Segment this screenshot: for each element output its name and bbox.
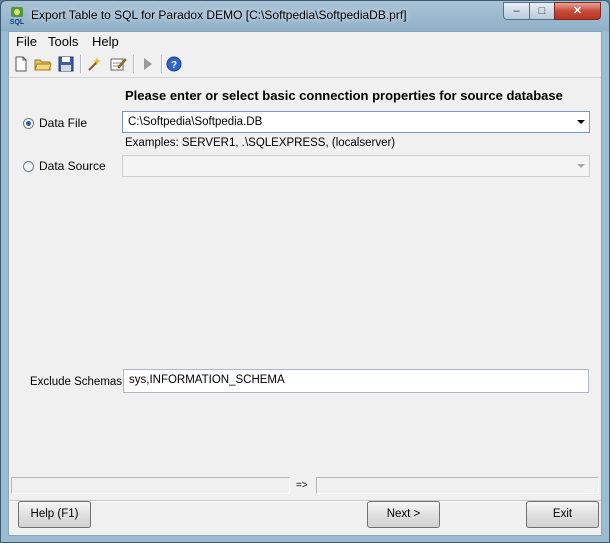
data-file-radio[interactable] — [23, 117, 34, 129]
next-button[interactable]: Next > — [367, 501, 440, 528]
help-icon[interactable]: ? — [165, 55, 183, 73]
title-bar[interactable]: SQL Export Table to SQL for Paradox DEMO… — [1, 1, 609, 31]
run-wizard-icon[interactable] — [86, 55, 104, 73]
menu-help[interactable]: Help — [92, 34, 119, 49]
chevron-down-icon[interactable] — [577, 164, 585, 168]
data-file-value: C:\Softpedia\Softpedia.DB — [128, 116, 263, 128]
data-file-radio-row[interactable]: Data File — [23, 116, 87, 130]
new-file-icon[interactable] — [12, 55, 30, 73]
data-source-radio-row[interactable]: Data Source — [23, 159, 106, 173]
close-button[interactable]: ✕ — [554, 2, 601, 20]
edit-properties-icon[interactable] — [109, 55, 127, 73]
status-pane-left — [11, 477, 290, 494]
examples-text: Examples: SERVER1, .\SQLEXPRESS, (locals… — [125, 137, 396, 149]
data-source-radio[interactable] — [23, 160, 34, 172]
chevron-down-icon[interactable] — [577, 120, 585, 124]
menu-tools[interactable]: Tools — [48, 34, 78, 49]
app-window: SQL Export Table to SQL for Paradox DEMO… — [0, 0, 610, 543]
status-bar: => — [10, 475, 600, 495]
svg-text:?: ? — [171, 60, 177, 71]
svg-text:SQL: SQL — [10, 19, 25, 26]
play-icon[interactable] — [139, 55, 157, 73]
window-title: Export Table to SQL for Paradox DEMO [C:… — [31, 8, 407, 22]
app-icon: SQL — [10, 7, 25, 26]
exit-button[interactable]: Exit — [526, 501, 599, 528]
help-button[interactable]: Help (F1) — [18, 501, 91, 528]
minimize-button[interactable]: – — [503, 2, 530, 20]
data-file-label: Data File — [39, 116, 88, 130]
data-source-combobox[interactable] — [122, 155, 590, 177]
exclude-schemas-input[interactable]: sys,INFORMATION_SCHEMA — [123, 369, 589, 393]
status-arrow: => — [296, 480, 308, 491]
menu-bar: File Tools Help — [9, 32, 601, 51]
toolbar: ? — [9, 51, 601, 78]
page-heading: Please enter or select basic connection … — [125, 88, 563, 103]
data-source-label: Data Source — [39, 159, 106, 173]
exclude-schemas-label: Exclude Schemas — [30, 376, 123, 388]
divider — [9, 500, 601, 502]
save-disk-icon[interactable] — [57, 55, 75, 73]
toolbar-separator — [133, 55, 135, 73]
client-area: File Tools Help ? Please enter or select… — [8, 31, 602, 536]
maximize-button[interactable]: □ — [529, 2, 555, 20]
open-folder-icon[interactable] — [34, 55, 52, 73]
menu-file[interactable]: File — [16, 34, 37, 49]
status-pane-right — [316, 477, 599, 494]
data-file-combobox[interactable]: C:\Softpedia\Softpedia.DB — [122, 111, 590, 133]
toolbar-separator — [80, 55, 82, 73]
exclude-schemas-value: sys,INFORMATION_SCHEMA — [129, 374, 285, 386]
toolbar-separator — [161, 55, 163, 73]
